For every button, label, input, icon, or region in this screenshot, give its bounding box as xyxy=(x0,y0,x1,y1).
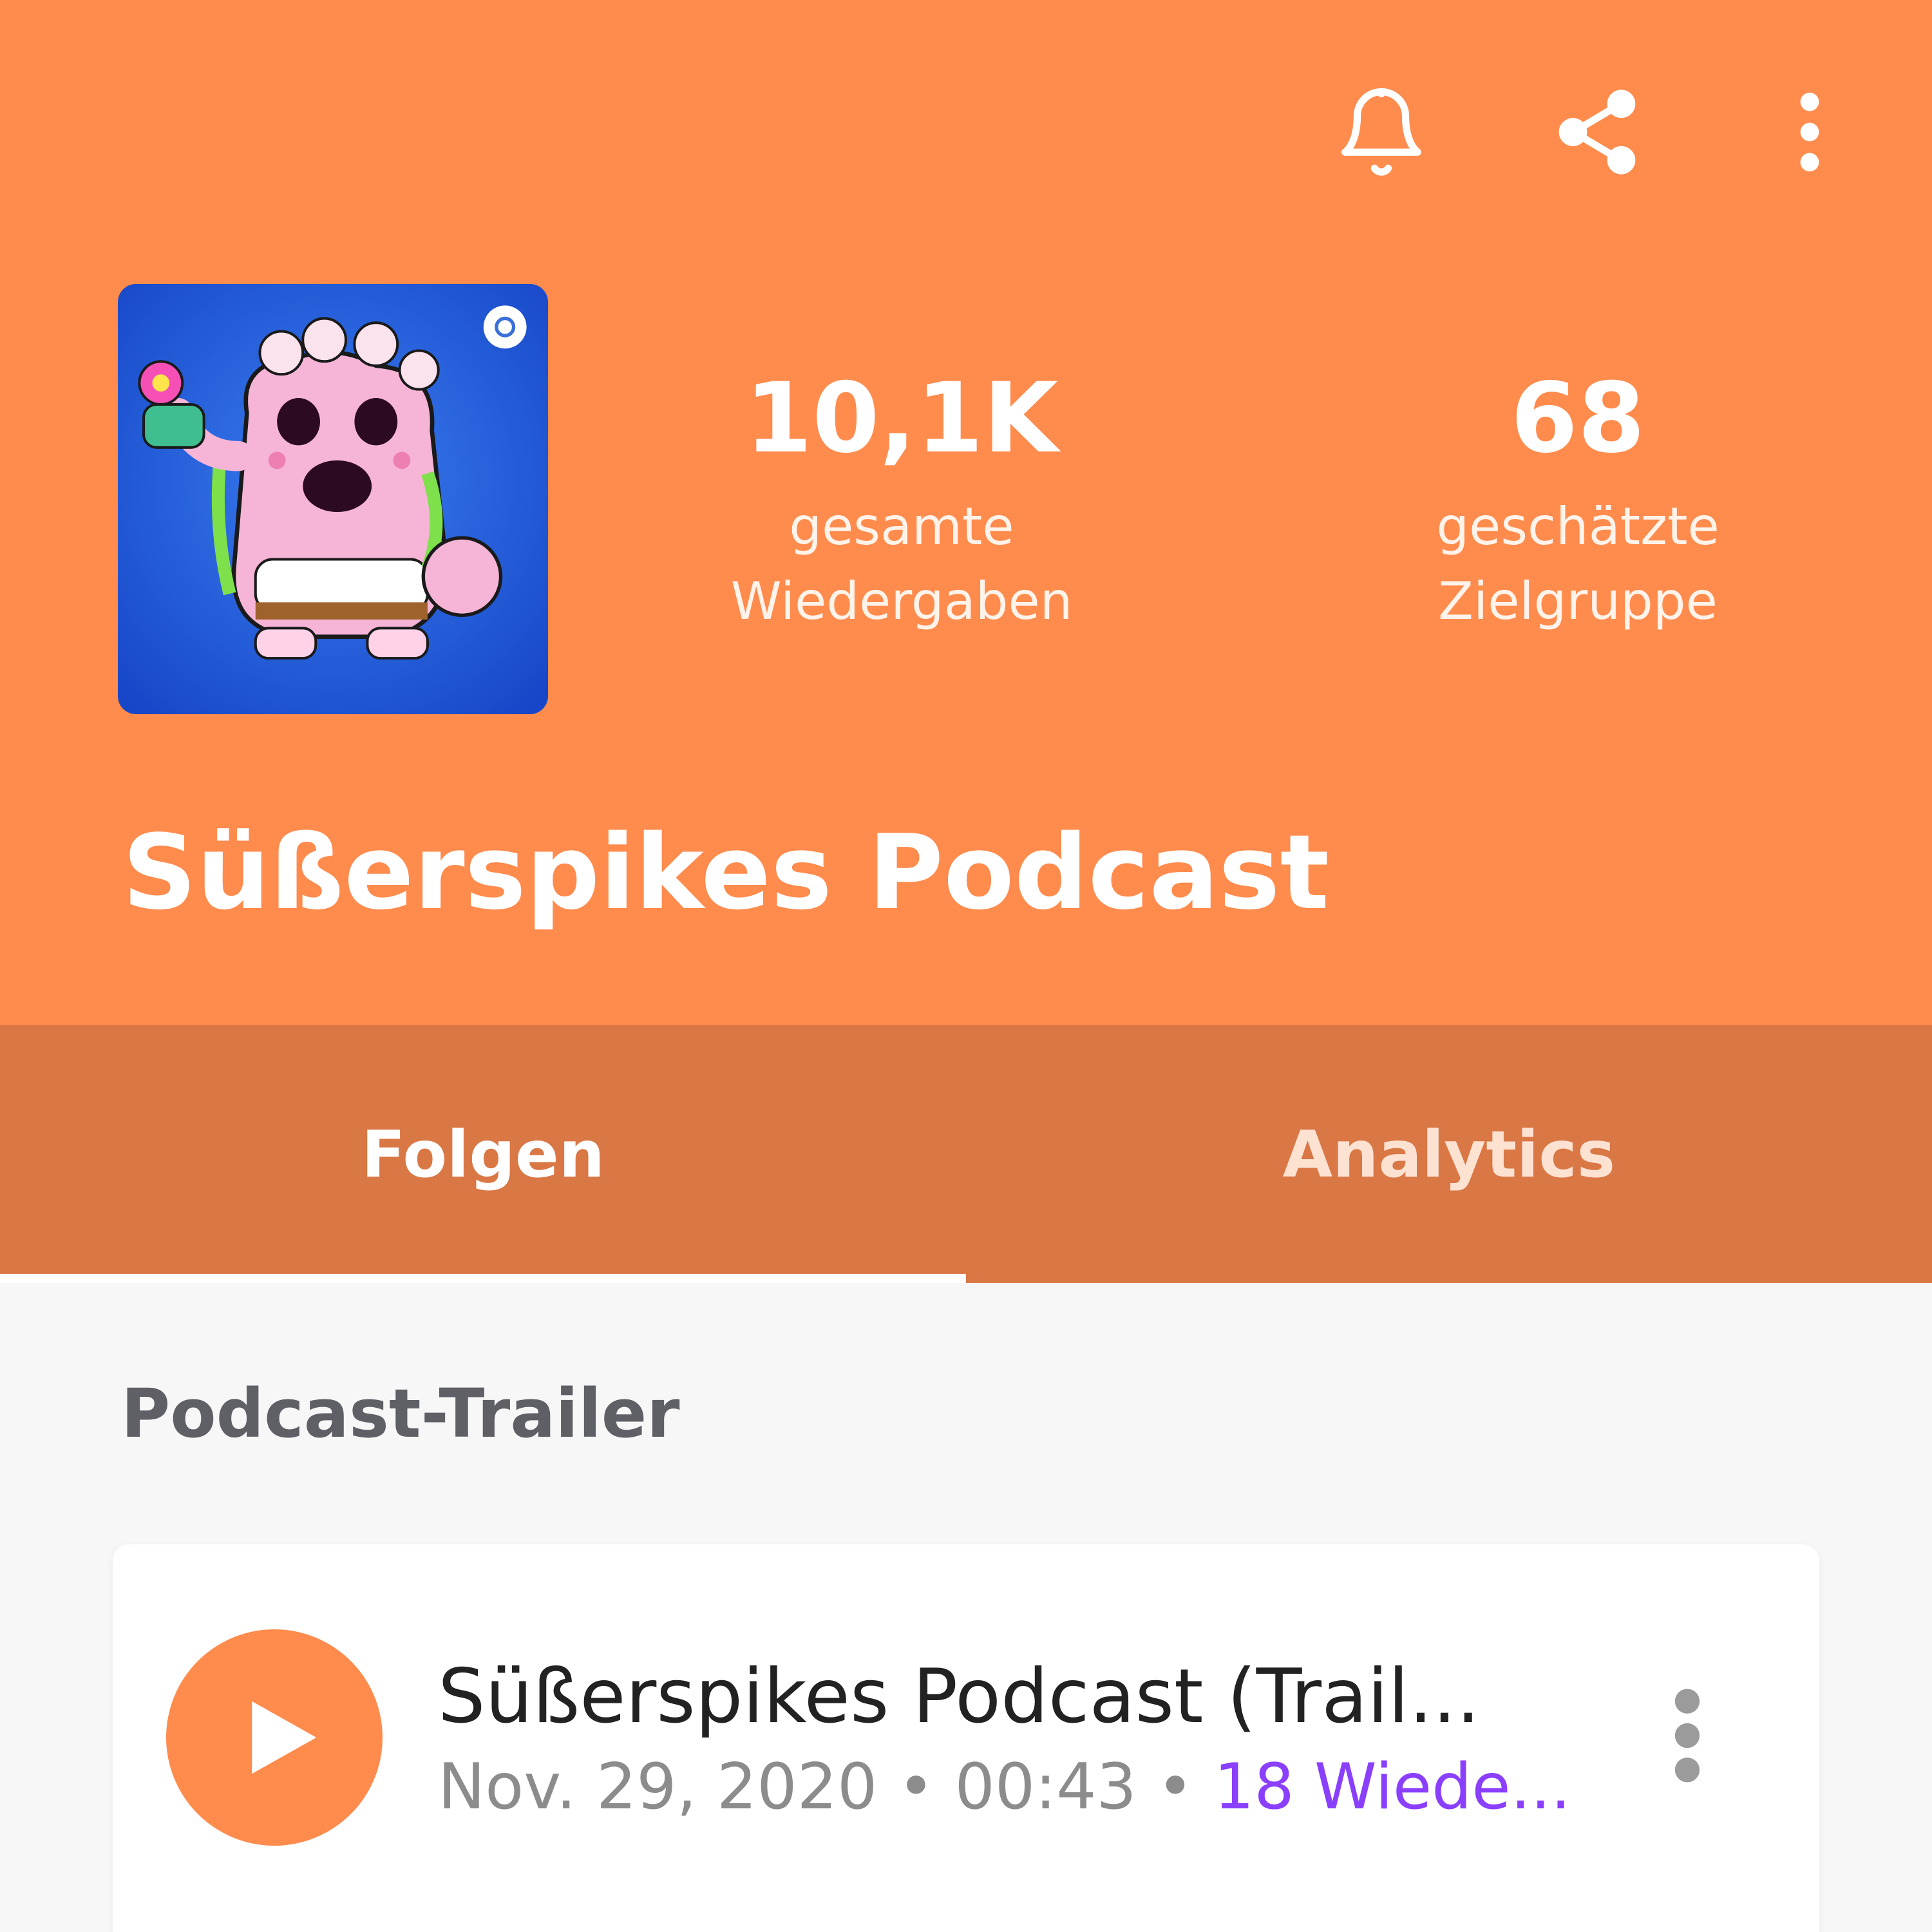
stat-total-plays: 10,1K gesamte Wiedergaben xyxy=(679,361,1124,639)
stat-estimated-audience: 68 geschätzte Zielgruppe xyxy=(1372,361,1784,639)
episode-title[interactable]: Süßerspikes Podcast (Trail... xyxy=(438,1649,1571,1745)
play-icon xyxy=(252,1701,317,1774)
audience-value: 68 xyxy=(1510,363,1645,475)
tab-analytics[interactable]: Analytics xyxy=(966,1025,1932,1283)
tab-folgen[interactable]: Folgen xyxy=(0,1025,966,1283)
tab-bar: Folgen Analytics xyxy=(0,1025,1932,1283)
total-plays-label-line1: gesamte xyxy=(789,497,1014,556)
episode-more-icon[interactable] xyxy=(1649,1681,1726,1790)
bell-icon[interactable] xyxy=(1327,77,1436,187)
episode-meta: Nov. 29, 2020 • 00:43 • 18 Wiede... xyxy=(438,1745,1571,1829)
section-title-podcast-trailer: Podcast-Trailer xyxy=(121,1374,680,1453)
play-button[interactable] xyxy=(166,1629,383,1846)
total-plays-label: gesamte Wiedergaben xyxy=(679,489,1124,639)
share-icon[interactable] xyxy=(1542,77,1652,187)
meta-separator: • xyxy=(877,1750,955,1824)
active-tab-indicator xyxy=(0,1274,966,1283)
episode-date: Nov. 29, 2020 xyxy=(438,1750,878,1824)
episode-duration: 00:43 xyxy=(954,1750,1137,1824)
more-vertical-icon[interactable] xyxy=(1755,77,1864,187)
podcast-header: 10,1K gesamte Wiedergaben 68 geschätzte … xyxy=(0,0,1932,1025)
audience-label: geschätzte Zielgruppe xyxy=(1372,489,1784,639)
total-plays-label-line2: Wiedergaben xyxy=(730,571,1073,631)
audience-label-line1: geschätzte xyxy=(1436,497,1719,556)
audience-label-line2: Zielgruppe xyxy=(1438,571,1718,631)
meta-separator: • xyxy=(1136,1750,1215,1824)
podcast-title: Süßerspikes Podcast xyxy=(122,812,1330,933)
episode-plays: 18 Wiede... xyxy=(1214,1750,1571,1824)
podcast-cover-image xyxy=(118,284,548,714)
total-plays-value: 10,1K xyxy=(744,363,1059,475)
